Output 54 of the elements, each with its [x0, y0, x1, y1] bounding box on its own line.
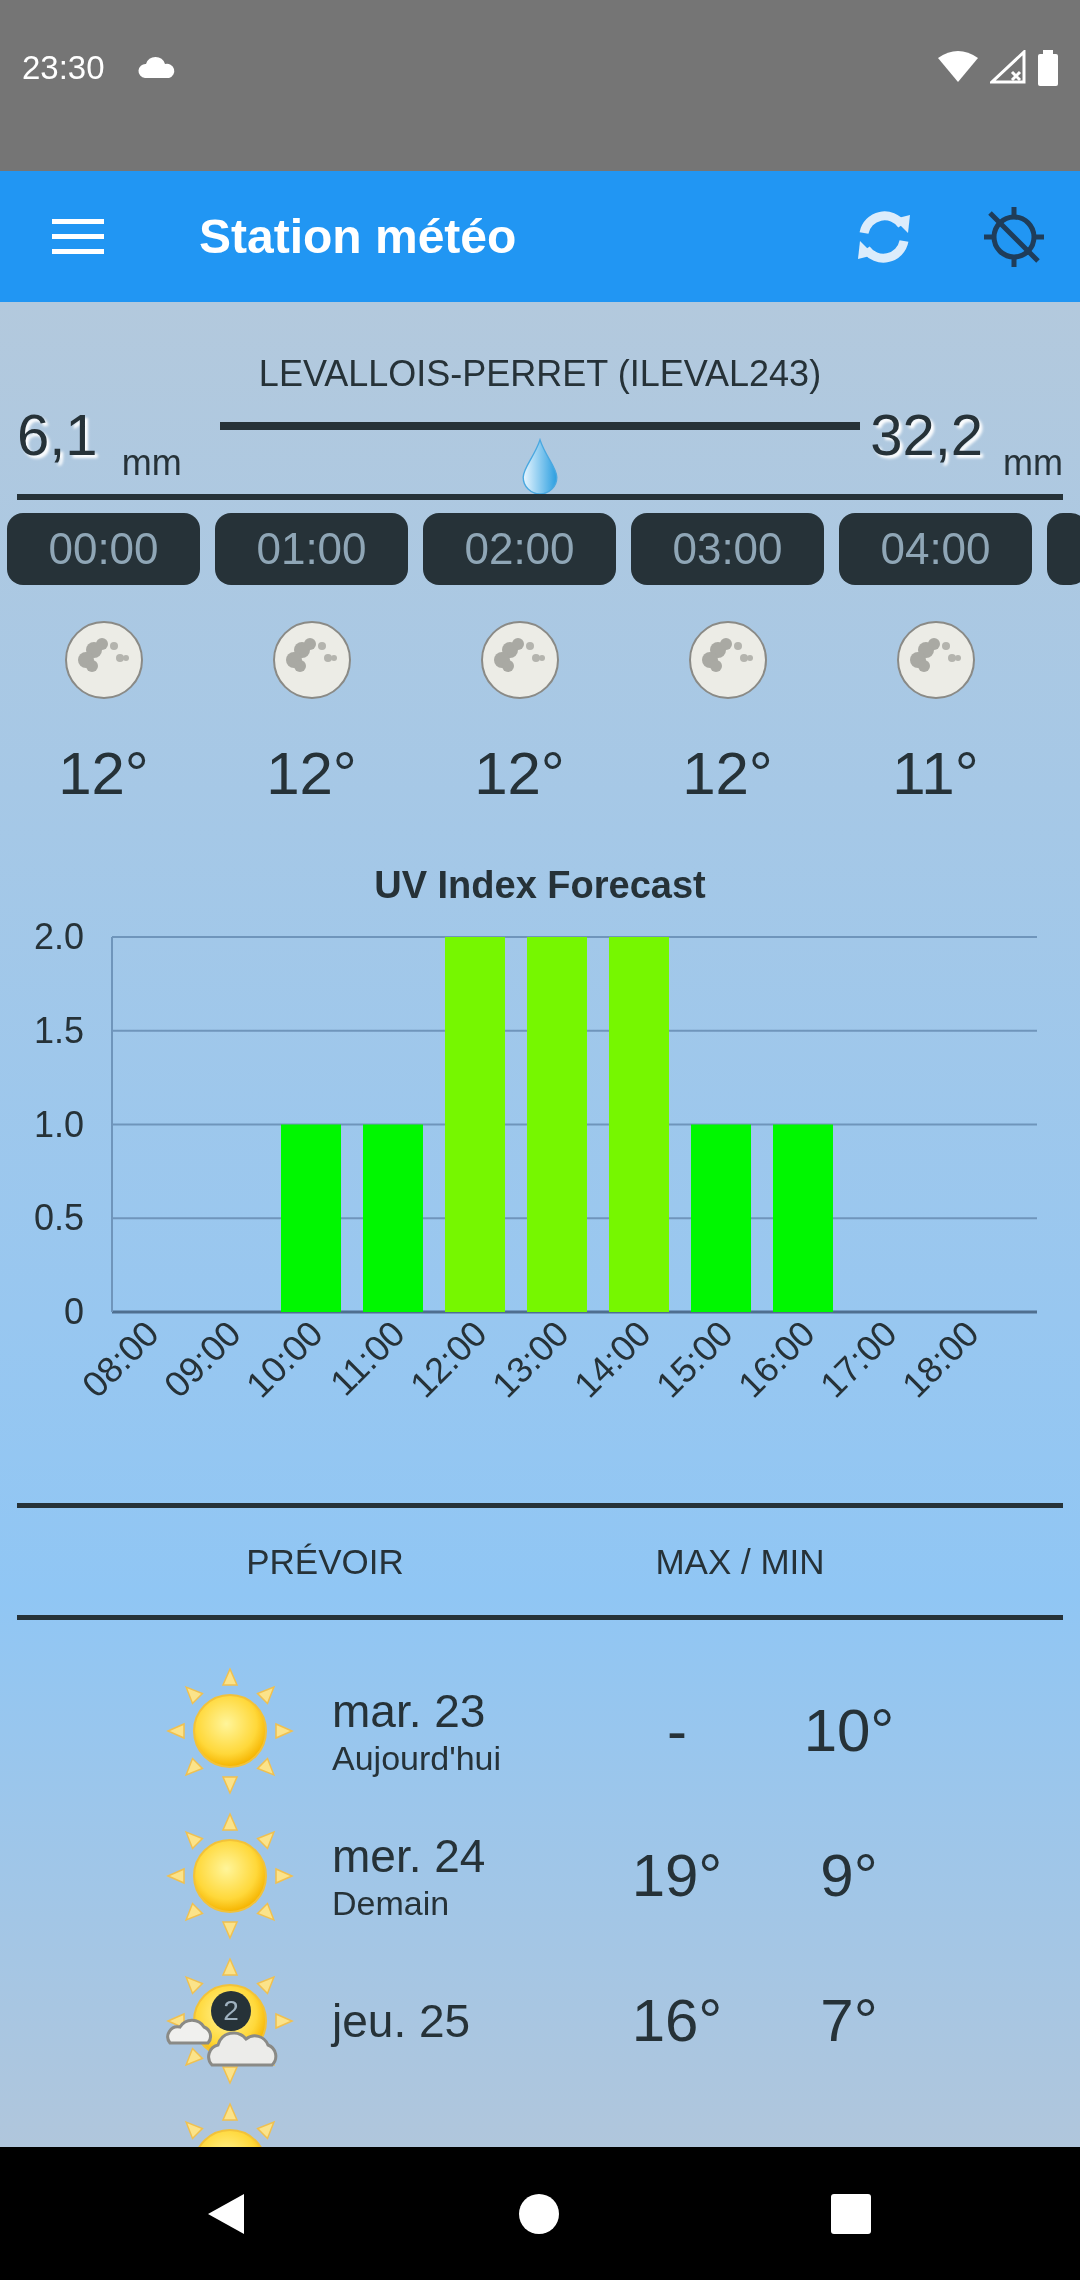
- column-header: PRÉVOIR: [246, 1541, 404, 1582]
- hour-temperature: 12°: [58, 742, 149, 806]
- menu-icon[interactable]: [52, 218, 104, 255]
- rain-value: 32,2: [870, 402, 983, 468]
- moon-icon: [63, 620, 144, 700]
- battery-icon: [1038, 50, 1058, 86]
- y-tick-label: 1.0: [33, 1103, 84, 1145]
- hour-temperature: 12°: [682, 742, 773, 806]
- y-tick-label: 0.5: [33, 1197, 84, 1239]
- y-tick-label: 0: [63, 1291, 84, 1332]
- column-header: MAX / MIN: [655, 1541, 825, 1582]
- rain-unit: mm: [1003, 442, 1063, 484]
- min-temperature: 7°: [820, 1987, 878, 2054]
- day-name: mer. 24: [332, 1828, 487, 1883]
- cloud-icon: [136, 56, 177, 80]
- min-temperature: 9°: [820, 1842, 878, 1909]
- hour-temperature: 12°: [266, 742, 357, 806]
- max-temperature: -: [667, 1697, 687, 1764]
- rain-value: 6,1: [17, 402, 98, 468]
- y-tick-label: 2.0: [33, 916, 84, 957]
- moon-icon: [895, 620, 976, 700]
- rain-unit: mm: [121, 442, 182, 484]
- hour-temperature: 11°: [892, 742, 979, 806]
- moon-icon: [271, 620, 352, 700]
- hour-chip[interactable]: 00:00: [7, 513, 200, 585]
- day-label: Aujourd'hui: [332, 1737, 503, 1778]
- max-temperature: 16°: [631, 1987, 723, 2054]
- sun-icon: [166, 1811, 294, 1940]
- y-tick-label: 1.5: [33, 1009, 84, 1051]
- hour-chip[interactable]: 04:00: [839, 513, 1032, 585]
- chart-title: UV Index Forecast: [373, 863, 707, 908]
- signal-icon: [990, 50, 1026, 84]
- wifi-icon: [938, 50, 978, 82]
- location-off-icon[interactable]: [982, 204, 1046, 269]
- home-icon[interactable]: [518, 2193, 559, 2234]
- sun-icon: [166, 1666, 294, 1795]
- day-label: Demain: [332, 1882, 451, 1923]
- back-icon[interactable]: [206, 2191, 246, 2236]
- water-drop-icon: [521, 438, 559, 494]
- recents-icon[interactable]: [831, 2193, 871, 2234]
- day-name: mar. 23: [332, 1683, 487, 1738]
- hour-chip[interactable]: 03:00: [631, 513, 824, 585]
- hour-chip[interactable]: 02:00: [423, 513, 616, 585]
- max-temperature: 19°: [631, 1842, 723, 1909]
- station-name: LEVALLOIS-PERRET (ILEVAL243): [257, 352, 823, 396]
- status-time: 23:30: [22, 50, 105, 86]
- hour-chip[interactable]: 01:00: [215, 513, 408, 585]
- moon-icon: [687, 620, 768, 700]
- hour-chip[interactable]: [1047, 513, 1080, 585]
- min-temperature: 10°: [803, 1697, 895, 1764]
- hour-temperature: 12°: [474, 742, 565, 806]
- moon-icon: [479, 620, 560, 700]
- app-title: Station météo: [199, 209, 518, 264]
- day-name: jeu. 25: [332, 1993, 472, 2048]
